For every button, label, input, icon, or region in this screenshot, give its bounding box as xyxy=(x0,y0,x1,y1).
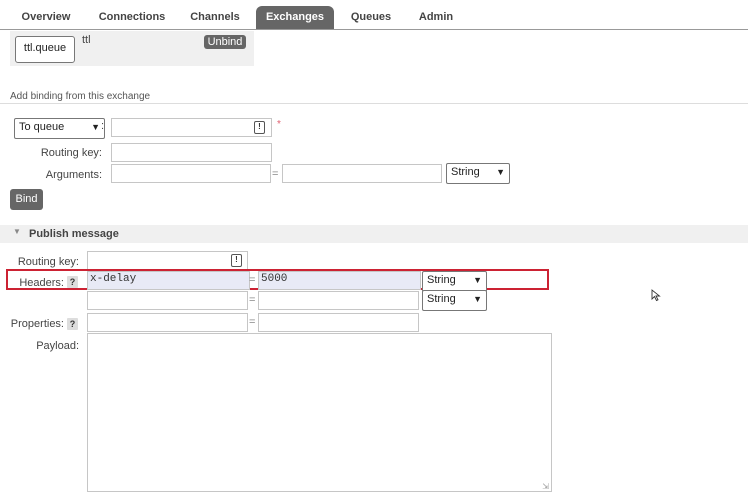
properties-help-icon[interactable]: ? xyxy=(67,318,78,330)
queue-link-button[interactable]: ttl.queue xyxy=(15,36,75,63)
publish-section-title: Publish message xyxy=(29,228,119,240)
key-icon[interactable]: ! xyxy=(231,254,242,267)
unbind-button[interactable]: Unbind xyxy=(204,35,246,49)
tab-overview[interactable]: Overview xyxy=(10,6,82,29)
bind-button[interactable]: Bind xyxy=(10,189,43,210)
required-marker: * xyxy=(277,119,281,130)
header-eq-2: = xyxy=(249,294,256,306)
payload-label: Payload: xyxy=(36,340,79,352)
header-type-select[interactable]: String ▼ xyxy=(422,271,487,292)
binding-routing-key: ttl xyxy=(82,34,91,46)
header-value-input[interactable]: 5000 xyxy=(258,271,421,290)
tab-channels[interactable]: Channels xyxy=(180,6,250,29)
argument-key-input[interactable] xyxy=(111,164,271,183)
headers-help-icon[interactable]: ? xyxy=(67,276,78,288)
header-key-input-2[interactable] xyxy=(87,291,248,310)
property-eq: = xyxy=(249,316,256,328)
header-type-value: String xyxy=(427,274,456,286)
chevron-down-icon: ▼ xyxy=(473,275,482,285)
arguments-label: Arguments: xyxy=(45,169,102,181)
collapse-triangle-icon: ▼ xyxy=(13,227,21,236)
property-key-input[interactable] xyxy=(87,313,248,332)
resize-handle-icon[interactable]: ⇲ xyxy=(542,482,549,491)
destination-separator: : xyxy=(101,120,105,132)
mouse-cursor-icon xyxy=(651,289,661,302)
argument-type-value: String xyxy=(451,166,480,178)
properties-label: Properties: xyxy=(10,318,64,330)
destination-name-input[interactable] xyxy=(111,118,272,137)
argument-value-input[interactable] xyxy=(282,164,442,183)
header-type-select-2[interactable]: String ▼ xyxy=(422,290,487,311)
tab-admin[interactable]: Admin xyxy=(408,6,464,29)
destination-type-select[interactable]: To queue ▼ xyxy=(14,118,105,139)
property-value-input[interactable] xyxy=(258,313,419,332)
publish-routing-key-label: Routing key: xyxy=(17,256,79,268)
argument-type-select[interactable]: String ▼ xyxy=(446,163,510,184)
tab-connections[interactable]: Connections xyxy=(92,6,172,29)
publish-section-header[interactable]: ▼ Publish message xyxy=(0,225,748,243)
binding-routing-key-input[interactable] xyxy=(111,143,272,162)
chevron-down-icon: ▼ xyxy=(91,122,100,132)
key-icon[interactable]: ! xyxy=(254,121,265,134)
add-binding-title: Add binding from this exchange xyxy=(10,91,151,102)
chevron-down-icon: ▼ xyxy=(496,167,505,177)
header-type-value-2: String xyxy=(427,293,456,305)
headers-label: Headers: xyxy=(19,277,64,289)
tab-exchanges[interactable]: Exchanges xyxy=(256,6,334,29)
add-binding-divider xyxy=(0,103,748,104)
tab-queues[interactable]: Queues xyxy=(342,6,400,29)
header-value-input-2[interactable] xyxy=(258,291,419,310)
payload-textarea[interactable]: ⇲ xyxy=(87,333,552,492)
chevron-down-icon: ▼ xyxy=(473,294,482,304)
destination-type-value: To queue xyxy=(19,121,65,133)
nav-underline xyxy=(0,29,748,30)
header-eq: = xyxy=(249,274,256,286)
binding-routing-key-label: Routing key: xyxy=(40,147,102,159)
binding-args-cell xyxy=(140,31,201,66)
header-key-input[interactable]: x-delay xyxy=(87,271,250,290)
argument-eq: = xyxy=(272,168,279,180)
publish-routing-key-input[interactable] xyxy=(87,251,248,270)
